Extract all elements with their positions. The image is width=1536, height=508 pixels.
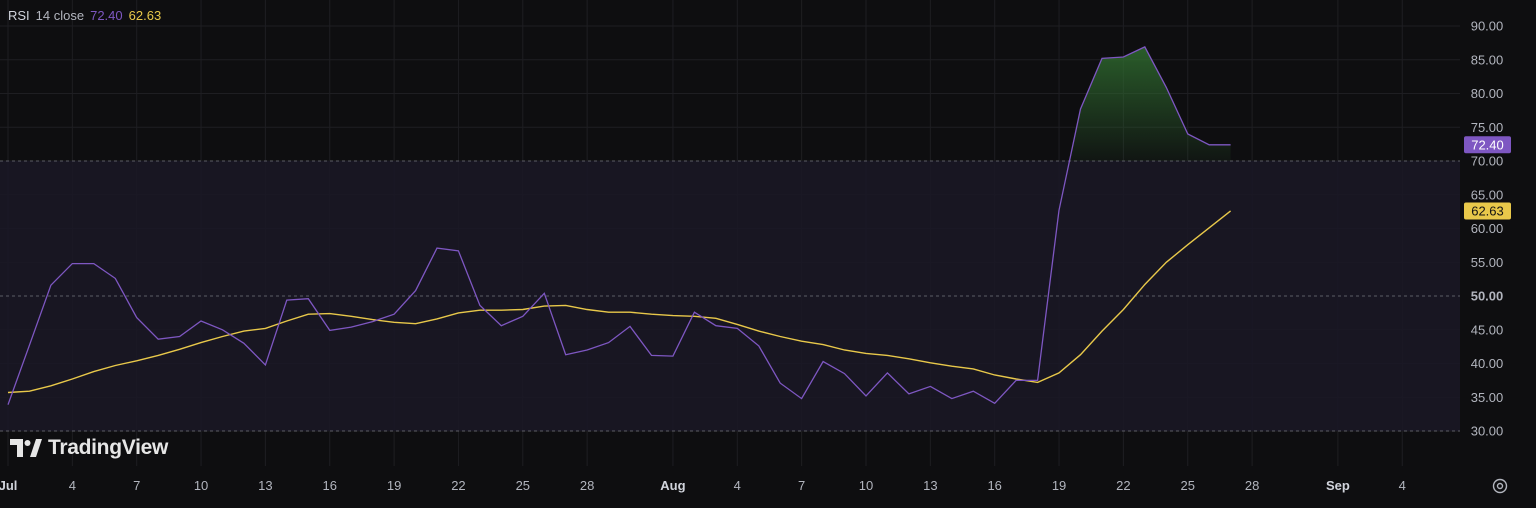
gear-icon[interactable] bbox=[1490, 476, 1510, 496]
y-tick-label: 65.00 bbox=[1471, 187, 1504, 202]
x-tick-label: 19 bbox=[387, 478, 401, 493]
indicator-params: 14 close bbox=[35, 8, 85, 23]
ma-last-badge: 62.63 bbox=[1464, 202, 1511, 220]
x-tick-label: 10 bbox=[194, 478, 208, 493]
rsi-last-badge: 72.40 bbox=[1464, 136, 1511, 154]
x-tick-label: 10 bbox=[859, 478, 873, 493]
price-badges: 72.40 62.63 bbox=[1464, 136, 1511, 220]
y-tick-label: 30.00 bbox=[1471, 424, 1504, 439]
x-tick-label: 7 bbox=[133, 478, 140, 493]
y-tick-label: 90.00 bbox=[1471, 19, 1504, 34]
rsi-chart[interactable]: 90.00 85.00 80.00 75.00 70.00 65.00 60.00 55.00… bbox=[0, 0, 1536, 508]
indicator-legend[interactable]: RSI 14 close 72.40 62.63 bbox=[8, 8, 161, 23]
x-tick-label: 22 bbox=[451, 478, 465, 493]
x-tick-label: 22 bbox=[1116, 478, 1130, 493]
x-tick-label: Jul bbox=[0, 478, 17, 493]
x-tick-label: 13 bbox=[923, 478, 937, 493]
y-tick-label: 80.00 bbox=[1471, 86, 1504, 101]
y-tick-label: 75.00 bbox=[1471, 120, 1504, 135]
indicator-name: RSI bbox=[8, 8, 30, 23]
ma-value: 62.63 bbox=[128, 8, 162, 23]
y-tick-label: 50.00 bbox=[1471, 289, 1504, 304]
x-tick-label: Sep bbox=[1326, 478, 1350, 493]
y-tick-label: 85.00 bbox=[1471, 52, 1504, 67]
x-tick-label: 25 bbox=[1181, 478, 1195, 493]
y-tick-label: 60.00 bbox=[1471, 221, 1504, 236]
x-tick-label: 16 bbox=[323, 478, 337, 493]
y-axis: 90.00 85.00 80.00 75.00 70.00 65.00 60.00 55.00… bbox=[1471, 19, 1504, 439]
rsi-value: 72.40 bbox=[90, 8, 123, 23]
svg-text:62.63: 62.63 bbox=[1471, 203, 1504, 218]
y-tick-label: 55.00 bbox=[1471, 255, 1504, 270]
x-tick-label: 19 bbox=[1052, 478, 1066, 493]
svg-text:72.40: 72.40 bbox=[1471, 137, 1504, 152]
x-tick-label: 16 bbox=[987, 478, 1001, 493]
x-tick-label: 25 bbox=[516, 478, 530, 493]
x-tick-label: 13 bbox=[258, 478, 272, 493]
x-tick-label: 28 bbox=[1245, 478, 1259, 493]
x-tick-label: 7 bbox=[798, 478, 805, 493]
x-tick-label: 28 bbox=[580, 478, 594, 493]
x-tick-label: 4 bbox=[1399, 478, 1406, 493]
y-tick-label: 35.00 bbox=[1471, 390, 1504, 405]
tradingview-logo[interactable]: TradingView bbox=[10, 436, 168, 460]
x-axis: Jul 4 7 10 13 16 19 22 25 28 Aug 4 7 10 13 16 19 22 25 28 Se… bbox=[0, 478, 1406, 493]
x-tick-label: 4 bbox=[734, 478, 741, 493]
tradingview-icon bbox=[10, 439, 42, 457]
brand-name: TradingView bbox=[48, 436, 169, 459]
x-tick-label: Aug bbox=[660, 478, 685, 493]
y-tick-label: 45.00 bbox=[1471, 322, 1504, 337]
y-tick-label: 40.00 bbox=[1471, 356, 1504, 371]
y-tick-label: 70.00 bbox=[1471, 154, 1504, 169]
x-tick-label: 4 bbox=[69, 478, 76, 493]
